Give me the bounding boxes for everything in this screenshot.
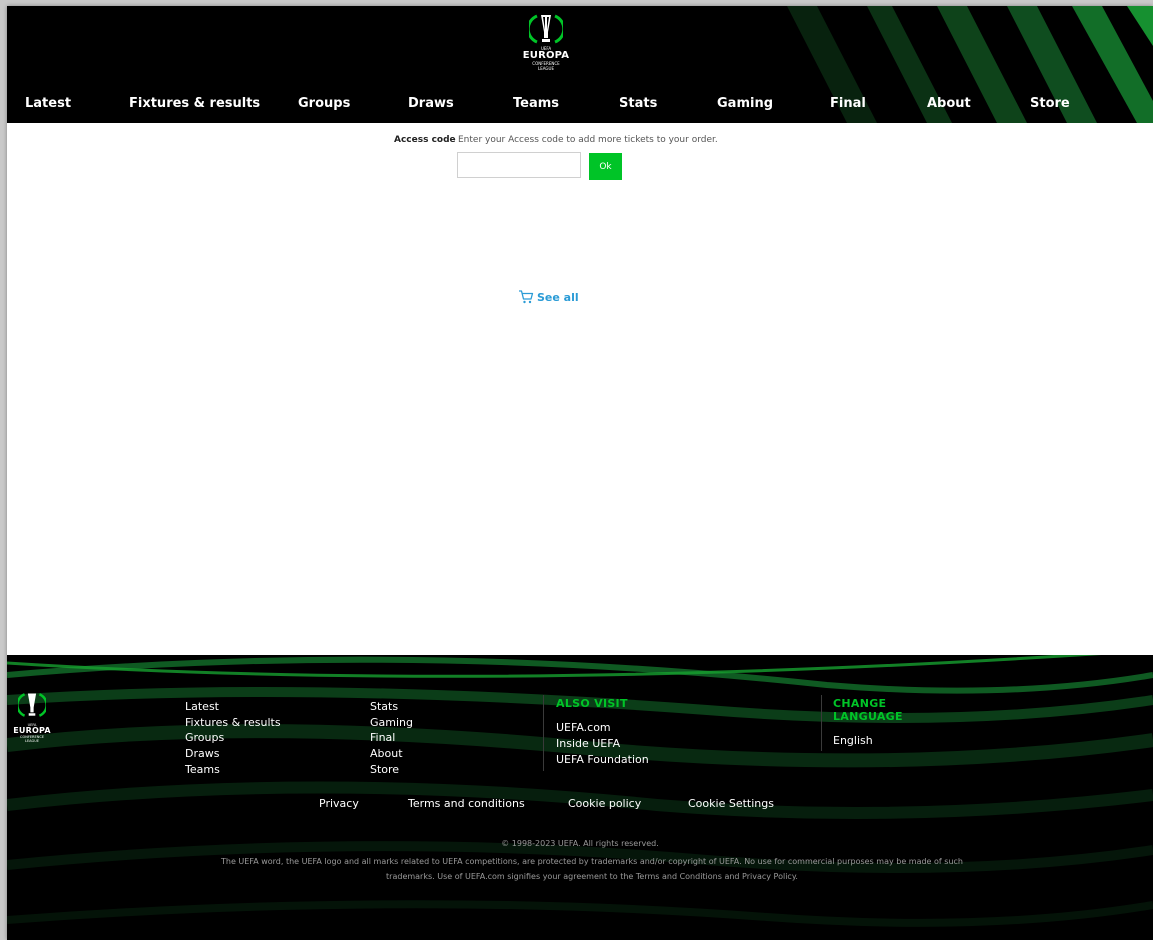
footer-link-uefa-com[interactable]: UEFA.com xyxy=(556,721,611,735)
copyright-text: © 1998-2023 UEFA. All rights reserved. xyxy=(501,839,659,848)
nav-item-stats[interactable]: Stats xyxy=(619,92,657,116)
trophy-logo-icon xyxy=(529,14,563,44)
footer-link-store[interactable]: Store xyxy=(370,763,399,777)
browser-page: UEFA EUROPA CONFERENCE LEAGUE Latest Fix… xyxy=(7,6,1153,940)
footer-link-final[interactable]: Final xyxy=(370,731,395,745)
main-content: Access code Enter your Access code to ad… xyxy=(7,123,1153,655)
access-code-hint: Enter your Access code to add more ticke… xyxy=(458,135,718,145)
site-header: UEFA EUROPA CONFERENCE LEAGUE Latest Fix… xyxy=(7,6,1153,123)
nav-item-final[interactable]: Final xyxy=(830,92,866,116)
footer-link-stats[interactable]: Stats xyxy=(370,700,398,714)
access-code-label: Access code xyxy=(394,135,456,145)
nav-item-store[interactable]: Store xyxy=(1030,92,1070,116)
nav-item-fixtures[interactable]: Fixtures & results xyxy=(129,92,260,116)
ok-button[interactable]: Ok xyxy=(589,153,622,180)
terms-link[interactable]: Terms and conditions xyxy=(408,797,525,810)
trademark-disclaimer: The UEFA word, the UEFA logo and all mar… xyxy=(221,857,963,881)
main-nav: Latest Fixtures & results Groups Draws T… xyxy=(7,92,1153,118)
footer-link-gaming[interactable]: Gaming xyxy=(370,716,413,730)
footer-link-groups[interactable]: Groups xyxy=(185,731,224,745)
language-selector[interactable]: English xyxy=(833,734,873,748)
footer-link-teams[interactable]: Teams xyxy=(185,763,220,777)
logo-wordmark: EUROPA xyxy=(522,50,570,61)
privacy-link[interactable]: Privacy xyxy=(319,797,359,810)
footer-link-latest[interactable]: Latest xyxy=(185,700,219,714)
cart-icon xyxy=(519,290,534,304)
footer-divider xyxy=(543,695,544,771)
also-visit-heading: ALSO VISIT xyxy=(556,697,628,710)
footer-logo-wordmark: EUROPA xyxy=(13,726,51,735)
competition-logo[interactable]: UEFA EUROPA CONFERENCE LEAGUE xyxy=(516,12,576,82)
nav-item-latest[interactable]: Latest xyxy=(25,92,71,116)
footer-link-draws[interactable]: Draws xyxy=(185,747,219,761)
change-language-heading-line1: CHANGE xyxy=(833,697,887,710)
nav-item-teams[interactable]: Teams xyxy=(513,92,559,116)
nav-item-about[interactable]: About xyxy=(927,92,971,116)
footer-link-fixtures[interactable]: Fixtures & results xyxy=(185,716,281,730)
logo-subtitle-2: LEAGUE xyxy=(538,66,554,71)
cookie-policy-link[interactable]: Cookie policy xyxy=(568,797,641,810)
footer-link-about[interactable]: About xyxy=(370,747,403,761)
nav-item-draws[interactable]: Draws xyxy=(408,92,454,116)
see-all-link[interactable]: See all xyxy=(518,290,579,306)
footer-link-inside-uefa[interactable]: Inside UEFA xyxy=(556,737,620,751)
site-footer: UEFA EUROPA CONFERENCE LEAGUE Latest Fix… xyxy=(7,655,1153,940)
footer-logo[interactable]: UEFA EUROPA CONFERENCE LEAGUE xyxy=(7,691,57,743)
trophy-logo-icon xyxy=(16,693,48,717)
footer-divider xyxy=(821,695,822,751)
access-code-input[interactable] xyxy=(457,152,581,178)
footer-logo-subtitle-2: LEAGUE xyxy=(25,739,39,743)
nav-item-groups[interactable]: Groups xyxy=(298,92,350,116)
nav-item-gaming[interactable]: Gaming xyxy=(717,92,773,116)
footer-link-uefa-foundation[interactable]: UEFA Foundation xyxy=(556,753,649,767)
change-language-heading-line2: LANGUAGE xyxy=(833,710,903,723)
cookie-settings-link[interactable]: Cookie Settings xyxy=(688,797,774,810)
see-all-label: See all xyxy=(537,291,579,304)
